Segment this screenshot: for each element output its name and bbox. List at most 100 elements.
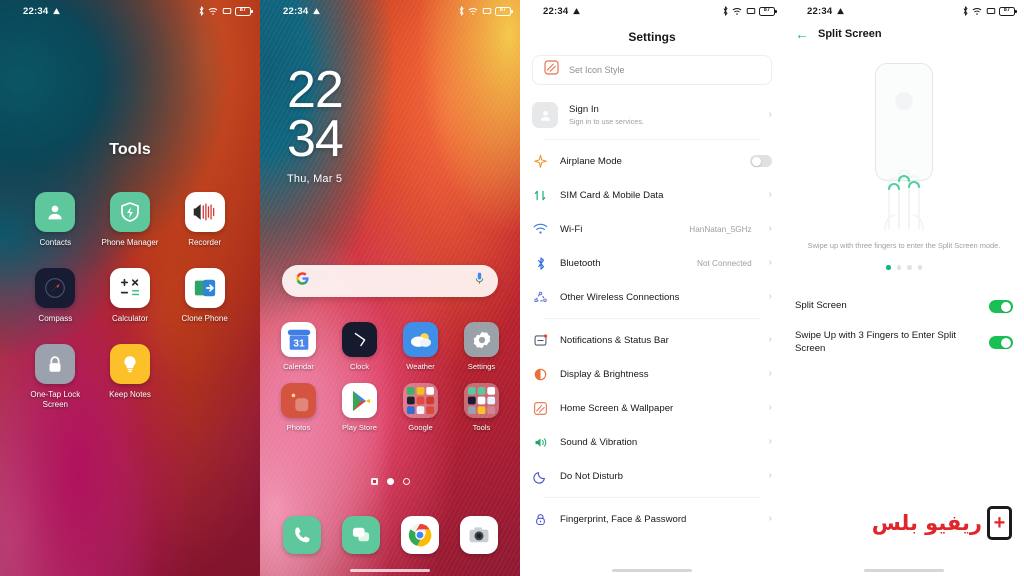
- app-folder-tools[interactable]: Tools: [453, 383, 511, 432]
- back-arrow-icon[interactable]: ←: [795, 27, 809, 41]
- settings-row-sub: Sign in to use services.: [569, 117, 645, 126]
- watermark-text: ريفيو بلس: [871, 511, 982, 535]
- status-bar-left: 22:34: [807, 6, 845, 17]
- page-indicator-active[interactable]: [386, 478, 394, 485]
- page-indicator-next[interactable]: [402, 478, 410, 485]
- google-search-bar[interactable]: [282, 265, 498, 297]
- chevron-right-icon: ›: [768, 189, 772, 200]
- status-time: 22:34: [283, 5, 309, 17]
- settings-row-do-not-disturb[interactable]: Do Not Disturb ›: [532, 459, 772, 493]
- settings-list: Sign In Sign in to use services. › Airpl…: [520, 95, 784, 536]
- settings-row-label: Display & Brightness: [560, 368, 649, 380]
- settings-row-sim-card[interactable]: SIM Card & Mobile Data ›: [532, 178, 772, 212]
- battery-level: 87: [1003, 7, 1011, 14]
- app-compass[interactable]: Compass: [22, 268, 88, 324]
- settings-row-home-screen-wallpaper[interactable]: Home Screen & Wallpaper ›: [532, 391, 772, 425]
- split-screen-row[interactable]: Split Screen: [795, 290, 1013, 324]
- chrome-icon[interactable]: [400, 516, 439, 554]
- app-clone-phone[interactable]: Clone Phone: [172, 268, 238, 324]
- swipe-up-three-fingers-row[interactable]: Swipe Up with 3 Fingers to Enter Split S…: [795, 324, 1013, 362]
- settings-row-value: HanNatan_5GHz: [689, 224, 752, 234]
- settings-row-notifications[interactable]: Notifications & Status Bar ›: [532, 323, 772, 357]
- app-label: One-Tap Lock Screen: [30, 390, 81, 409]
- gesture-bar[interactable]: [350, 569, 430, 572]
- app-settings[interactable]: Settings: [453, 322, 511, 371]
- app-photos[interactable]: Photos: [270, 383, 328, 432]
- airplane-mode-toggle[interactable]: [750, 155, 772, 167]
- app-weather[interactable]: Weather: [392, 322, 450, 371]
- app-keep-notes[interactable]: Keep Notes: [97, 344, 163, 410]
- settings-row-label: Bluetooth: [560, 257, 601, 269]
- camera-icon[interactable]: [459, 516, 498, 554]
- carousel-dot-3[interactable]: [907, 265, 912, 270]
- app-calendar[interactable]: 31 Calendar: [270, 322, 328, 371]
- status-bar-right: 87: [722, 6, 777, 16]
- settings-row-label: Do Not Disturb: [560, 470, 623, 482]
- clock-date: Thu, Mar 5: [287, 172, 343, 185]
- play-store-icon: [342, 383, 377, 419]
- carousel-indicator[interactable]: [784, 265, 1024, 270]
- split-screen-settings: Split Screen Swipe Up with 3 Fingers to …: [784, 290, 1024, 362]
- notifications-icon: [532, 332, 549, 349]
- settings-row-sound-vibration[interactable]: Sound & Vibration ›: [532, 425, 772, 459]
- phone-panel-settings: 22:34 87 Settings Set Icon Style Sign In…: [520, 0, 784, 576]
- carousel-dot-4[interactable]: [917, 265, 922, 270]
- settings-row-sign-in[interactable]: Sign In Sign in to use services. ›: [532, 95, 772, 135]
- phone-icon[interactable]: [282, 516, 321, 554]
- status-bar-right: 87: [198, 6, 253, 16]
- messages-icon[interactable]: [341, 516, 380, 554]
- settings-row-label: Home Screen & Wallpaper: [560, 402, 674, 414]
- sound-icon: [532, 434, 549, 451]
- set-icon-style-card[interactable]: Set Icon Style: [532, 55, 772, 85]
- split-screen-toggle[interactable]: [989, 300, 1013, 314]
- battery-level: 87: [239, 7, 247, 14]
- app-label: Tools: [472, 423, 491, 433]
- carousel-dot-2[interactable]: [896, 265, 901, 270]
- divider: [544, 318, 760, 319]
- app-play-store[interactable]: Play Store: [331, 383, 389, 432]
- settings-row-display-brightness[interactable]: Display & Brightness ›: [532, 357, 772, 391]
- folder-title: Tools: [109, 141, 151, 158]
- settings-row-wifi[interactable]: Wi-Fi HanNatan_5GHz ›: [532, 212, 772, 246]
- app-one-tap-lock-screen[interactable]: One-Tap Lock Screen: [22, 344, 88, 410]
- app-phone-manager[interactable]: Phone Manager: [97, 192, 163, 248]
- watermark-phone-icon: +: [987, 506, 1012, 540]
- app-label: Clock: [350, 362, 369, 371]
- wallpaper-icon: [532, 400, 549, 417]
- app-label: Google: [408, 423, 433, 433]
- home-app-grid: 31 Calendar Clock Weather Settings Photo…: [260, 322, 520, 433]
- gesture-bar[interactable]: [612, 569, 692, 572]
- google-g-icon: [295, 271, 310, 291]
- app-calculator[interactable]: Calculator: [97, 268, 163, 324]
- microphone-icon[interactable]: [474, 272, 485, 290]
- settings-row-fingerprint-face-password[interactable]: Fingerprint, Face & Password ›: [532, 502, 772, 536]
- vibrate-icon: [986, 7, 996, 15]
- battery-icon: 87: [999, 6, 1017, 16]
- battery-level: 87: [499, 7, 507, 14]
- clock-widget[interactable]: 22 34 Thu, Mar 5: [287, 61, 344, 185]
- settings-row-other-wireless[interactable]: Other Wireless Connections ›: [532, 280, 772, 314]
- chevron-right-icon: ›: [768, 436, 772, 447]
- settings-row-bluetooth[interactable]: Bluetooth Not Connected ›: [532, 246, 772, 280]
- page-indicator-home[interactable]: [370, 478, 378, 485]
- swipe-up-toggle[interactable]: [989, 336, 1013, 350]
- clock-hours: 22: [287, 61, 344, 119]
- app-label: Keep Notes: [109, 390, 151, 399]
- page-indicator[interactable]: [260, 478, 520, 485]
- gesture-bar[interactable]: [864, 569, 944, 572]
- carousel-dot-1[interactable]: [886, 265, 891, 270]
- status-bar: 22:34 87: [0, 0, 260, 22]
- settings-row-airplane-mode[interactable]: Airplane Mode: [532, 144, 772, 178]
- app-clock[interactable]: Clock: [331, 322, 389, 371]
- app-folder-google[interactable]: Google: [392, 383, 450, 432]
- search-input[interactable]: [310, 276, 474, 286]
- divider: [544, 497, 760, 498]
- settings-row-label: Sign In: [569, 104, 599, 115]
- app-contacts[interactable]: Contacts: [22, 192, 88, 248]
- chevron-right-icon: ›: [768, 291, 772, 302]
- status-bar: 22:34 87: [784, 0, 1024, 22]
- calendar-icon: 31: [281, 322, 316, 357]
- chevron-right-icon: ›: [768, 402, 772, 413]
- app-recorder[interactable]: Recorder: [172, 192, 238, 248]
- drive-icon: [52, 7, 61, 16]
